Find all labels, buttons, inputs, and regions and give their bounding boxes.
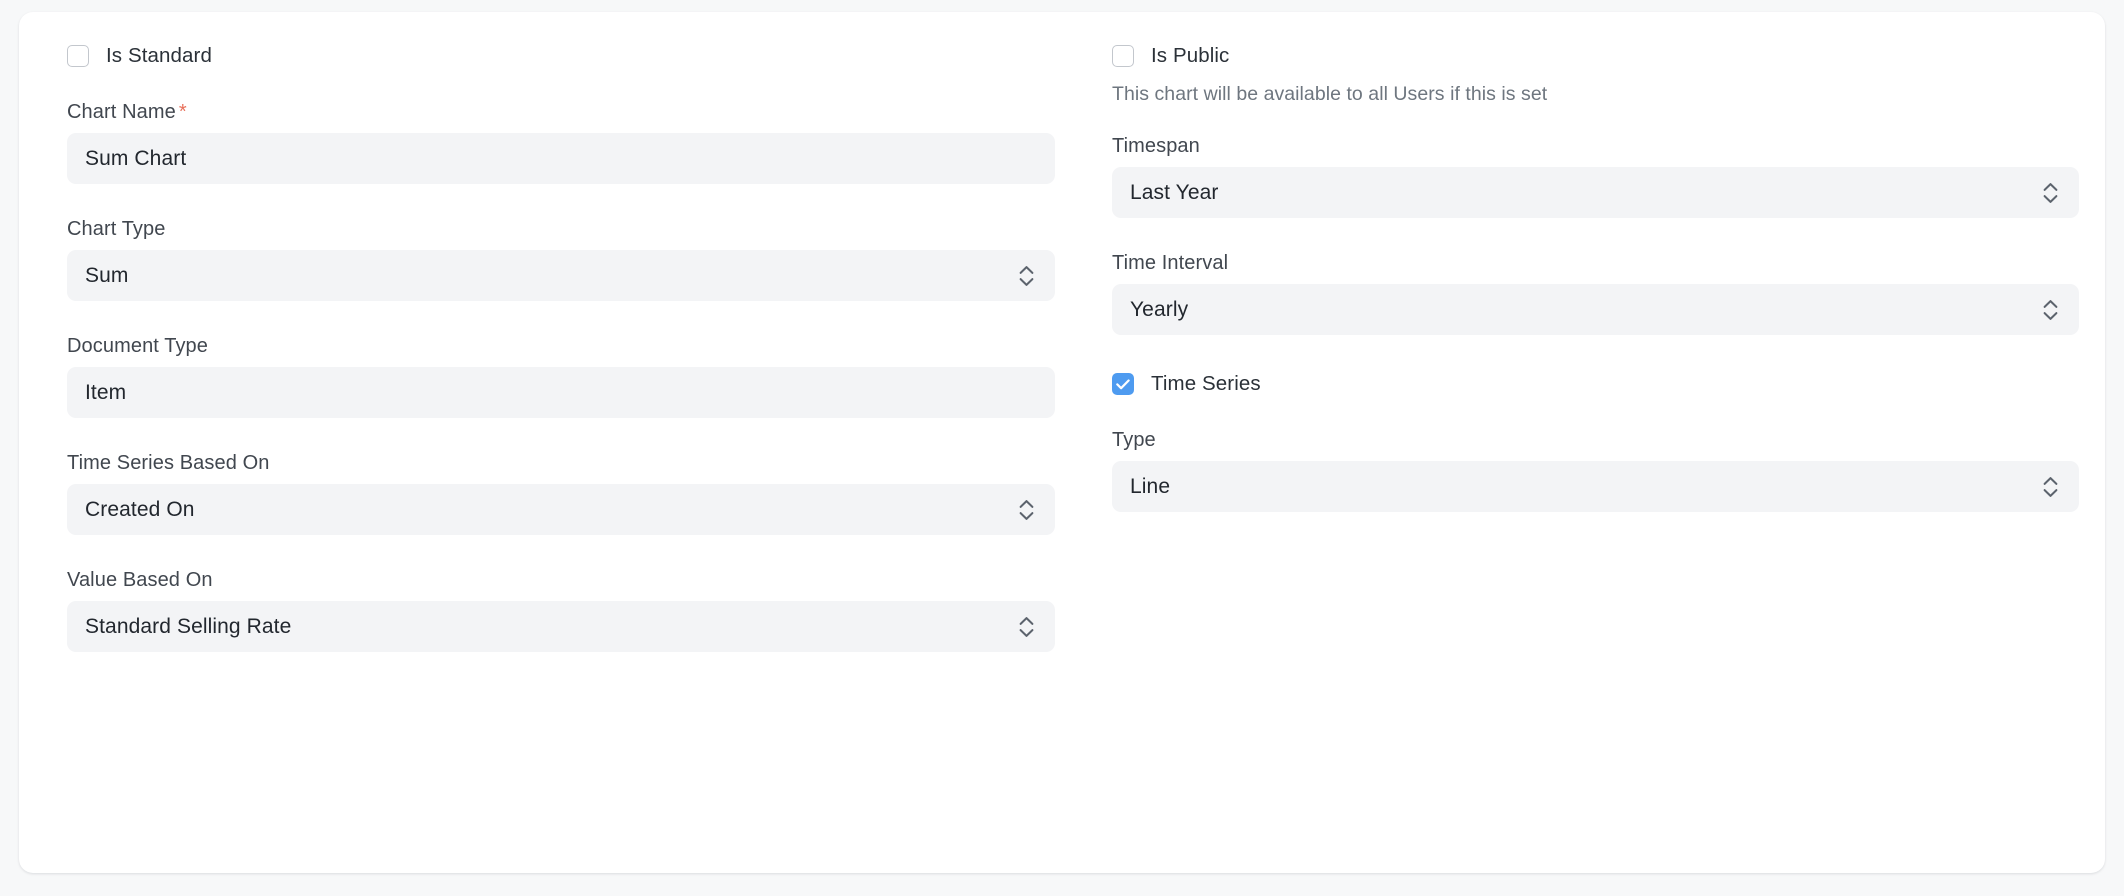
required-asterisk: * [179,101,187,123]
time-series-checkbox[interactable] [1112,373,1134,395]
spacer [67,535,1055,567]
spacer [67,184,1055,216]
spacer [1112,397,2079,427]
type-label: Type [1112,427,2079,453]
is-standard-label: Is Standard [106,43,212,69]
spacer [1112,107,2079,133]
chevron-up-down-icon [1019,265,1034,286]
time-series-based-on-label: Time Series Based On [67,450,1055,476]
spacer [67,301,1055,333]
field-chart-name: Chart Name* Sum Chart [67,99,1055,184]
document-type-value: Item [85,367,126,418]
time-interval-label: Time Interval [1112,250,2079,276]
spacer [67,69,1055,99]
timespan-label: Timespan [1112,133,2079,159]
spacer [1112,218,2079,250]
field-time-interval: Time Interval Yearly [1112,250,2079,335]
field-timespan: Timespan Last Year [1112,133,2079,218]
field-time-series-based-on: Time Series Based On Created On [67,450,1055,535]
chevron-up-down-icon [1019,616,1034,637]
chart-name-input[interactable]: Sum Chart [67,133,1055,184]
is-public-description: This chart will be available to all User… [1112,81,2079,107]
time-interval-select[interactable]: Yearly [1112,284,2079,335]
time-series-based-on-value: Created On [85,484,195,535]
form-columns: Is Standard Chart Name* Sum Chart Chart … [67,43,2057,652]
field-type: Type Line [1112,427,2079,512]
chevron-up-down-icon [2043,476,2058,497]
chevron-up-down-icon [2043,299,2058,320]
chevron-up-down-icon [1019,499,1034,520]
chart-name-label: Chart Name* [67,99,1055,125]
checkbox-row-is-standard[interactable]: Is Standard [67,43,1055,69]
checkbox-row-time-series[interactable]: Time Series [1112,371,2079,397]
chart-type-label: Chart Type [67,216,1055,242]
chart-name-value: Sum Chart [85,133,186,184]
type-value: Line [1130,461,1170,512]
is-public-label: Is Public [1151,43,1229,69]
is-standard-checkbox[interactable] [67,45,89,67]
value-based-on-value: Standard Selling Rate [85,601,291,652]
checkbox-row-is-public[interactable]: Is Public [1112,43,2079,69]
value-based-on-select[interactable]: Standard Selling Rate [67,601,1055,652]
chart-settings-card: Is Standard Chart Name* Sum Chart Chart … [19,12,2105,873]
check-icon [1116,379,1130,390]
page-root: Is Standard Chart Name* Sum Chart Chart … [0,0,2124,896]
field-chart-type: Chart Type Sum [67,216,1055,301]
chevron-up-down-icon [2043,182,2058,203]
chart-type-value: Sum [85,250,128,301]
type-select[interactable]: Line [1112,461,2079,512]
time-interval-value: Yearly [1130,284,1188,335]
document-type-label: Document Type [67,333,1055,359]
time-series-label: Time Series [1151,371,1261,397]
document-type-input[interactable]: Item [67,367,1055,418]
form-column-right: Is Public This chart will be available t… [1112,43,2079,512]
time-series-based-on-select[interactable]: Created On [67,484,1055,535]
timespan-value: Last Year [1130,167,1218,218]
spacer [1112,69,2079,81]
is-public-checkbox[interactable] [1112,45,1134,67]
chart-name-label-text: Chart Name [67,101,176,123]
spacer [1112,335,2079,371]
value-based-on-label: Value Based On [67,567,1055,593]
timespan-select[interactable]: Last Year [1112,167,2079,218]
field-value-based-on: Value Based On Standard Selling Rate [67,567,1055,652]
spacer [67,418,1055,450]
chart-type-select[interactable]: Sum [67,250,1055,301]
form-column-left: Is Standard Chart Name* Sum Chart Chart … [67,43,1055,652]
field-document-type: Document Type Item [67,333,1055,418]
